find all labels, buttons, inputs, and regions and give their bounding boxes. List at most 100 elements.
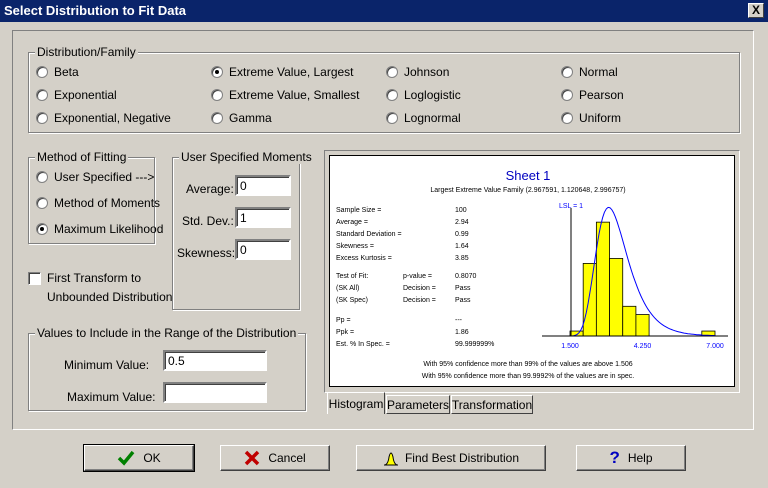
radio-label: Normal <box>579 65 618 79</box>
stat-label: Sample Size = <box>336 207 381 214</box>
checkmark-icon <box>118 450 135 466</box>
radio-extreme-value-smallest[interactable]: Extreme Value, Smallest <box>211 88 360 102</box>
help-label: Help <box>627 451 653 465</box>
x-tick-label: 7.000 <box>706 343 724 350</box>
tab-parameters[interactable]: Parameters <box>386 395 450 414</box>
radio-normal[interactable]: Normal <box>561 65 618 79</box>
radio-label: User Specified ---> <box>54 170 155 184</box>
radio-circle[interactable] <box>561 66 573 78</box>
radio-circle[interactable] <box>36 197 48 209</box>
fit-value: 0.8070 <box>455 273 477 280</box>
fit-mid: p-value = <box>403 273 432 280</box>
find-label: Find Best Distribution <box>404 451 520 465</box>
std-dev-input[interactable]: 1 <box>235 207 291 228</box>
radio-circle[interactable] <box>386 89 398 101</box>
plot-area: LSL = 1 1.500 4.250 7.000 <box>542 203 728 350</box>
radio-beta[interactable]: Beta <box>36 65 79 79</box>
stat-value: 0.99 <box>455 231 469 238</box>
transform-line1: First Transform to <box>47 271 142 285</box>
max-value-label: Maximum Value: <box>67 390 156 404</box>
radio-circle[interactable] <box>386 112 398 124</box>
stat-value: 3.85 <box>455 255 469 262</box>
fit-label: Test of Fit: <box>336 273 368 280</box>
histogram-report: Sheet 1 Largest Extreme Value Family (2.… <box>329 155 735 387</box>
radio-circle[interactable] <box>36 89 48 101</box>
ok-label: OK <box>143 451 161 465</box>
ok-button[interactable]: OK <box>83 444 195 472</box>
radio-circle[interactable] <box>211 89 223 101</box>
radio-label: Maximum Likelihood <box>54 222 164 236</box>
histogram-bar <box>609 258 624 337</box>
cap-label: Est. % In Spec. = <box>336 341 390 348</box>
radio-circle[interactable] <box>36 112 48 124</box>
cancel-button[interactable]: Cancel <box>220 445 330 471</box>
radio-uniform[interactable]: Uniform <box>561 111 621 125</box>
tab-histogram[interactable]: Histogram <box>327 392 385 414</box>
transform-checkbox[interactable]: First Transform to <box>28 271 141 285</box>
close-button[interactable]: X <box>748 3 764 18</box>
radio-johnson[interactable]: Johnson <box>386 65 449 79</box>
std-dev-label: Std. Dev.: <box>182 214 234 228</box>
stat-value: 2.94 <box>455 219 469 226</box>
radio-label: Extreme Value, Largest <box>229 65 354 79</box>
stat-label: Average = <box>336 219 368 226</box>
method-title: Method of Fitting <box>35 150 129 164</box>
radio-extreme-value-largest[interactable]: Extreme Value, Largest <box>211 65 354 79</box>
radio-circle[interactable] <box>561 112 573 124</box>
bell-curve-icon <box>383 452 399 466</box>
checkbox-box[interactable] <box>28 271 41 285</box>
radio-user-specified[interactable]: User Specified ---> <box>36 170 154 184</box>
stat-value: 1.64 <box>455 243 469 250</box>
radio-label: Method of Moments <box>54 196 161 210</box>
fit-value: Pass <box>455 297 471 304</box>
radio-label: Johnson <box>404 65 450 79</box>
radio-circle[interactable] <box>36 66 48 78</box>
skewness-input[interactable]: 0 <box>235 239 291 260</box>
title-bar: Select Distribution to Fit Data X <box>0 0 768 22</box>
transform-line2: Unbounded Distribution <box>47 290 173 304</box>
report-subtitle: Largest Extreme Value Family (2.967591, … <box>430 187 625 194</box>
radio-circle[interactable] <box>211 66 223 78</box>
skewness-label: Skewness: <box>177 246 236 260</box>
min-value-label: Minimum Value: <box>64 358 150 372</box>
histogram-svg: Sheet 1 Largest Extreme Value Family (2.… <box>336 168 728 380</box>
radio-loglogistic[interactable]: Loglogistic <box>386 88 461 102</box>
cap-value: 99.999999% <box>455 341 494 348</box>
radio-maximum-likelihood[interactable]: Maximum Likelihood <box>36 222 163 236</box>
radio-exponential-negative[interactable]: Exponential, Negative <box>36 111 171 125</box>
radio-method-of-moments[interactable]: Method of Moments <box>36 196 160 210</box>
radio-label: Pearson <box>579 88 624 102</box>
find-best-distribution-button[interactable]: Find Best Distribution <box>356 445 546 471</box>
moments-title: User Specified Moments <box>179 150 314 164</box>
radio-lognormal[interactable]: Lognormal <box>386 111 461 125</box>
radio-circle[interactable] <box>36 223 48 235</box>
stat-label: Standard Deviation = <box>336 231 402 238</box>
radio-circle[interactable] <box>386 66 398 78</box>
tab-transformation[interactable]: Transformation <box>451 395 533 414</box>
radio-label: Lognormal <box>404 111 461 125</box>
histogram-panel: Sheet 1 Largest Extreme Value Family (2.… <box>324 150 740 414</box>
fit-label: (SK Spec) <box>336 297 368 304</box>
cap-value: 1.86 <box>455 329 469 336</box>
radio-circle[interactable] <box>561 89 573 101</box>
min-value-input[interactable]: 0.5 <box>163 350 267 371</box>
fit-value: Pass <box>455 285 471 292</box>
histogram-bar <box>582 263 597 337</box>
fit-mid: Decision = <box>403 297 436 304</box>
average-label: Average: <box>186 182 234 196</box>
cap-value: --- <box>455 317 463 324</box>
radio-gamma[interactable]: Gamma <box>211 111 272 125</box>
fit-mid: Decision = <box>403 285 436 292</box>
average-input[interactable]: 0 <box>235 175 291 196</box>
radio-pearson[interactable]: Pearson <box>561 88 624 102</box>
max-value-input[interactable] <box>163 382 267 403</box>
radio-label: Extreme Value, Smallest <box>229 88 360 102</box>
radio-circle[interactable] <box>36 171 48 183</box>
radio-label: Loglogistic <box>404 88 461 102</box>
radio-circle[interactable] <box>211 112 223 124</box>
help-button[interactable]: ? Help <box>576 445 686 471</box>
radio-label: Uniform <box>579 111 622 125</box>
radio-label: Exponential, Negative <box>54 111 171 125</box>
window-title: Select Distribution to Fit Data <box>4 3 187 18</box>
radio-exponential[interactable]: Exponential <box>36 88 117 102</box>
